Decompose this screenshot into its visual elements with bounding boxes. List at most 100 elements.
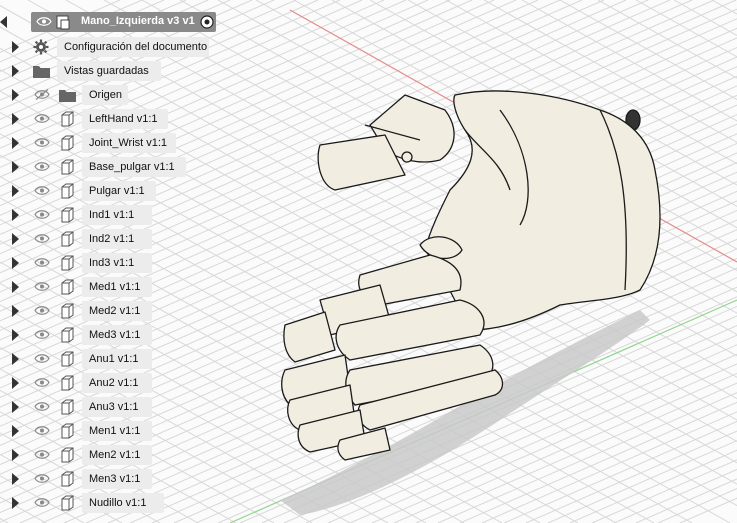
settings-label: Configuración del documento [64, 41, 208, 53]
component-icon [61, 159, 74, 175]
component-icon [61, 231, 74, 247]
browser-item-component[interactable]: Ind2 v1:1 [0, 228, 260, 250]
expand-triangle-icon[interactable] [12, 305, 19, 317]
document-icon [56, 15, 70, 30]
eye-icon[interactable] [34, 497, 50, 508]
component-label: Ind3 v1:1 [89, 257, 135, 269]
expand-triangle-icon[interactable] [12, 497, 19, 509]
expand-triangle-icon[interactable] [12, 41, 19, 53]
expand-triangle-icon[interactable] [12, 449, 19, 461]
browser-item-component[interactable]: Men3 v1:1 [0, 468, 260, 490]
browser-item-component[interactable]: Joint_Wrist v1:1 [0, 132, 260, 154]
component-icon [61, 447, 74, 463]
browser-item-component[interactable]: Ind3 v1:1 [0, 252, 260, 274]
component-label: LeftHand v1:1 [89, 113, 158, 125]
component-icon [61, 135, 74, 151]
component-icon [61, 183, 74, 199]
expand-triangle-icon[interactable] [12, 353, 19, 365]
component-icon [61, 423, 74, 439]
component-label: Med2 v1:1 [89, 305, 141, 317]
browser-item-settings[interactable]: Configuración del documento [0, 36, 260, 58]
component-label: Men1 v1:1 [89, 425, 141, 437]
component-icon [61, 255, 74, 271]
expand-triangle-icon[interactable] [12, 161, 19, 173]
browser-panel: Mano_Izquierda v3 v1 Configuración del d… [0, 0, 260, 523]
activate-target-icon[interactable] [200, 15, 214, 29]
expand-triangle-icon[interactable] [12, 329, 19, 341]
browser-item-origin[interactable]: Origen [0, 84, 260, 106]
eye-icon[interactable] [34, 185, 50, 196]
browser-item-component[interactable]: Pulgar v1:1 [0, 180, 260, 202]
eye-icon[interactable] [34, 449, 50, 460]
component-label: Ind1 v1:1 [89, 209, 135, 221]
component-icon [61, 279, 74, 295]
browser-item-component[interactable]: Ind1 v1:1 [0, 204, 260, 226]
eye-icon[interactable] [34, 377, 50, 388]
eye-icon[interactable] [34, 425, 50, 436]
browser-item-component[interactable]: Men2 v1:1 [0, 444, 260, 466]
component-label: Ind2 v1:1 [89, 233, 135, 245]
component-icon [61, 327, 74, 343]
eye-icon[interactable] [34, 305, 50, 316]
browser-item-component[interactable]: Anu3 v1:1 [0, 396, 260, 418]
expand-triangle-icon[interactable] [12, 113, 19, 125]
folder-icon [59, 90, 76, 102]
component-label: Men3 v1:1 [89, 473, 141, 485]
browser-item-component[interactable]: Nudillo v1:1 [0, 492, 260, 514]
eye-icon[interactable] [34, 233, 50, 244]
browser-item-component[interactable]: Anu1 v1:1 [0, 348, 260, 370]
browser-item-component[interactable]: Med1 v1:1 [0, 276, 260, 298]
browser-item-component[interactable]: Base_pulgar v1:1 [0, 156, 260, 178]
eye-icon[interactable] [34, 353, 50, 364]
component-icon [61, 303, 74, 319]
component-icon [61, 375, 74, 391]
expand-triangle-icon[interactable] [12, 137, 19, 149]
expand-triangle-icon[interactable] [12, 377, 19, 389]
component-label: Anu1 v1:1 [89, 353, 139, 365]
browser-root-row[interactable]: Mano_Izquierda v3 v1 [0, 11, 260, 33]
eye-icon[interactable] [34, 209, 50, 220]
expand-triangle-icon[interactable] [12, 185, 19, 197]
root-label: Mano_Izquierda v3 v1 [81, 15, 195, 27]
component-label: Med1 v1:1 [89, 281, 141, 293]
component-label: Base_pulgar v1:1 [89, 161, 175, 173]
expand-triangle-icon[interactable] [12, 209, 19, 221]
expand-triangle-icon[interactable] [12, 65, 19, 77]
component-icon [61, 351, 74, 367]
expand-triangle-icon[interactable] [12, 89, 19, 101]
browser-item-named-views[interactable]: Vistas guardadas [0, 60, 260, 82]
expand-triangle-icon[interactable] [12, 281, 19, 293]
eye-icon[interactable] [34, 113, 50, 124]
expand-triangle-icon[interactable] [12, 233, 19, 245]
eye-icon[interactable] [34, 161, 50, 172]
eye-icon[interactable] [34, 257, 50, 268]
expand-triangle-icon[interactable] [12, 473, 19, 485]
expand-triangle-icon[interactable] [12, 257, 19, 269]
component-label: Nudillo v1:1 [89, 497, 147, 509]
component-label: Anu3 v1:1 [89, 401, 139, 413]
eye-icon[interactable] [36, 16, 52, 27]
component-label: Med3 v1:1 [89, 329, 141, 341]
browser-item-component[interactable]: LeftHand v1:1 [0, 108, 260, 130]
component-icon [61, 207, 74, 223]
component-label: Pulgar v1:1 [89, 185, 145, 197]
component-icon [61, 495, 74, 511]
browser-item-component[interactable]: Men1 v1:1 [0, 420, 260, 442]
expand-triangle-icon[interactable] [12, 425, 19, 437]
collapse-triangle-icon[interactable] [0, 16, 7, 28]
root-component[interactable]: Mano_Izquierda v3 v1 [31, 12, 216, 32]
browser-item-component[interactable]: Med3 v1:1 [0, 324, 260, 346]
expand-triangle-icon[interactable] [12, 401, 19, 413]
folder-icon [33, 66, 50, 78]
eye-icon[interactable] [34, 281, 50, 292]
eye-icon[interactable] [34, 329, 50, 340]
eye-icon[interactable] [34, 401, 50, 412]
eye-icon[interactable] [34, 137, 50, 148]
component-icon [61, 471, 74, 487]
eye-hidden-icon[interactable] [34, 89, 50, 100]
browser-item-component[interactable]: Med2 v1:1 [0, 300, 260, 322]
named-views-label: Vistas guardadas [64, 65, 149, 77]
eye-icon[interactable] [34, 473, 50, 484]
browser-item-component[interactable]: Anu2 v1:1 [0, 372, 260, 394]
component-label: Anu2 v1:1 [89, 377, 139, 389]
